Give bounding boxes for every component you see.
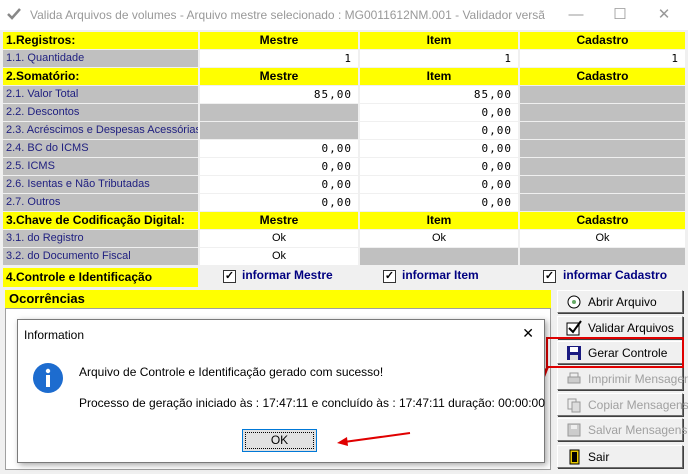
minimize-button[interactable]: — <box>554 0 598 30</box>
row-label: 2.2. Descontos <box>3 104 198 121</box>
imprimir-mensagens-button[interactable]: Imprimir Mensagens <box>557 367 688 390</box>
info-icon <box>33 363 63 393</box>
dialog-message: Arquivo de Controle e Identificação gera… <box>79 365 384 379</box>
header-mestre: Mestre <box>200 32 358 49</box>
window-title: Valida Arquivos de volumes - Arquivo mes… <box>30 8 545 22</box>
cell-mestre: 0,00 <box>200 140 358 157</box>
row-label: 3.2. do Documento Fiscal <box>3 248 198 265</box>
cell-mestre: 0,00 <box>200 176 358 193</box>
cell-cadastro <box>520 86 685 103</box>
cell-cadastro <box>520 140 685 157</box>
salvar-mensagens-button[interactable]: Salvar Mensagens <box>557 418 687 441</box>
information-dialog: Information ✕ Arquivo de Controle e Iden… <box>17 319 545 463</box>
informar-item-checkbox[interactable]: ✓ <box>383 270 396 283</box>
row-label: 2.4. BC do ICMS <box>3 140 198 157</box>
row-label: 3.1. do Registro <box>3 230 198 247</box>
cell-cadastro <box>520 104 685 121</box>
cell-mestre: Ok <box>200 230 358 247</box>
cell-item: 0,00 <box>360 104 518 121</box>
header-mestre: Mestre <box>200 68 358 85</box>
cell-item <box>360 248 518 265</box>
cell-cadastro <box>520 158 685 175</box>
ok-button[interactable]: OK <box>242 429 317 452</box>
section-somatorio-label: 2.Somatório: <box>3 68 198 85</box>
app-check-icon <box>7 8 21 20</box>
cell-cadastro: 1 <box>520 50 685 67</box>
cell-cadastro <box>520 248 685 265</box>
cell-mestre <box>200 122 358 139</box>
section-registros-label: 1.Registros: <box>3 32 198 49</box>
cell-mestre <box>200 104 358 121</box>
informar-mestre-label: informar Mestre <box>242 268 333 282</box>
annotation-highlight-box <box>546 337 684 368</box>
cell-item: 0,00 <box>360 140 518 157</box>
informar-mestre-checkbox[interactable]: ✓ <box>223 270 236 283</box>
header-item: Item <box>360 212 518 229</box>
focus-ring <box>245 432 314 449</box>
validar-arquivos-button[interactable]: Validar Arquivos <box>557 316 683 339</box>
maximize-button[interactable]: ☐ <box>598 0 642 30</box>
row-label: 2.5. ICMS <box>3 158 198 175</box>
dialog-close-icon[interactable]: ✕ <box>522 325 534 342</box>
cell-item: 0,00 <box>360 194 518 211</box>
exit-door-icon <box>569 449 580 465</box>
cell-cadastro <box>520 122 685 139</box>
informar-item-label: informar Item <box>402 268 479 282</box>
cell-mestre: 0,00 <box>200 194 358 211</box>
header-cadastro: Cadastro <box>520 68 685 85</box>
row-label: 2.3. Acréscimos e Despesas Acessórias <box>3 122 198 139</box>
header-cadastro: Cadastro <box>520 212 685 229</box>
row-label: 2.7. Outros <box>3 194 198 211</box>
section-controle-label: 4.Controle e Identificação <box>3 268 198 287</box>
cell-mestre: 1 <box>200 50 358 67</box>
row-label: 2.1. Valor Total <box>3 86 198 103</box>
header-item: Item <box>360 68 518 85</box>
header-cadastro: Cadastro <box>520 32 685 49</box>
cell-cadastro <box>520 194 685 211</box>
ocorrencias-header: Ocorrências <box>5 290 551 308</box>
dialog-title: Information <box>24 328 85 342</box>
cell-mestre: 0,00 <box>200 158 358 175</box>
cell-item: 85,00 <box>360 86 518 103</box>
informar-cadastro-label: informar Cadastro <box>563 268 668 282</box>
section-chave-label: 3.Chave de Codificação Digital: <box>3 212 198 229</box>
cell-item: 0,00 <box>360 158 518 175</box>
annotation-arrow-ok <box>337 432 411 446</box>
header-mestre: Mestre <box>200 212 358 229</box>
cell-mestre: 85,00 <box>200 86 358 103</box>
disk-open-icon <box>567 295 581 309</box>
dialog-detail: Processo de geração iniciado às : 17:47:… <box>79 396 545 410</box>
title-bar: Valida Arquivos de volumes - Arquivo mes… <box>0 0 688 30</box>
informar-cadastro-checkbox[interactable]: ✓ <box>543 270 556 283</box>
cell-cadastro <box>520 176 685 193</box>
printer-icon <box>567 372 581 384</box>
controle-checks: ✓ informar Mestre ✓ informar Item ✓ info… <box>200 266 688 288</box>
copy-icon <box>567 398 581 413</box>
cell-item: 1 <box>360 50 518 67</box>
abrir-arquivo-button[interactable]: Abrir Arquivo <box>557 290 683 313</box>
cell-item: Ok <box>360 230 518 247</box>
header-item: Item <box>360 32 518 49</box>
close-window-button[interactable]: ✕ <box>642 0 686 30</box>
save-icon <box>567 423 581 437</box>
sair-button[interactable]: Sair <box>557 445 683 468</box>
cell-item: 0,00 <box>360 122 518 139</box>
cell-mestre: Ok <box>200 248 358 265</box>
copiar-mensagens-button[interactable]: Copiar Mensagens <box>557 393 688 416</box>
row-label: 1.1. Quantidade <box>3 50 198 67</box>
row-label: 2.6. Isentas e Não Tributadas <box>3 176 198 193</box>
cell-item: 0,00 <box>360 176 518 193</box>
checkmark-icon <box>566 320 582 336</box>
cell-cadastro: Ok <box>520 230 685 247</box>
